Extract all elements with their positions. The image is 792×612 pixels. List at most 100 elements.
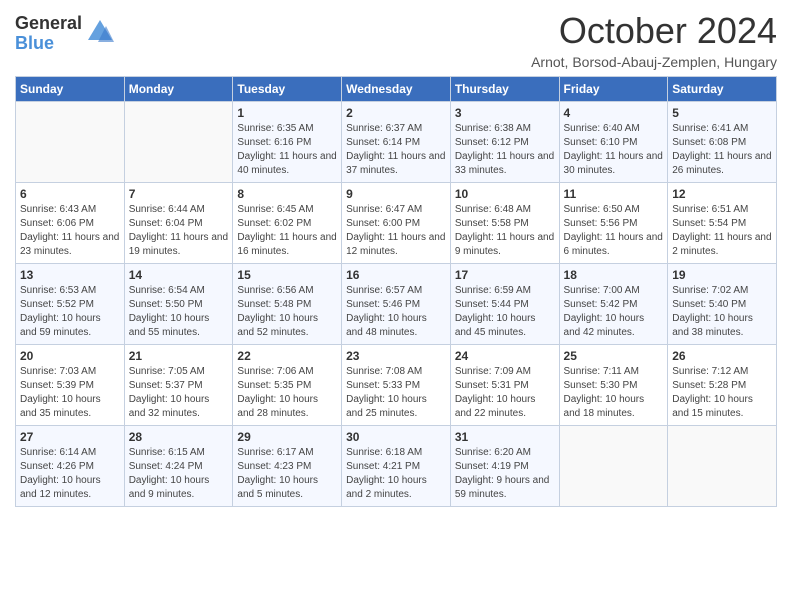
day-number: 7: [129, 187, 229, 201]
day-number: 24: [455, 349, 555, 363]
calendar-cell: 5 Sunrise: 6:41 AM Sunset: 6:08 PM Daylig…: [668, 102, 777, 183]
day-info: Sunrise: 6:48 AM Sunset: 5:58 PM Dayligh…: [455, 203, 555, 259]
calendar-cell: 24 Sunrise: 7:09 AM Sunset: 5:31 PM Dayli…: [450, 345, 559, 426]
calendar-cell: 31 Sunrise: 6:20 AM Sunset: 4:19 PM Dayli…: [450, 426, 559, 507]
calendar-cell: 2 Sunrise: 6:37 AM Sunset: 6:14 PM Daylig…: [342, 102, 451, 183]
day-number: 31: [455, 430, 555, 444]
day-info: Sunrise: 6:37 AM Sunset: 6:14 PM Dayligh…: [346, 122, 446, 178]
day-number: 27: [20, 430, 120, 444]
logo-blue-text: Blue: [15, 34, 82, 54]
day-info: Sunrise: 6:14 AM Sunset: 4:26 PM Dayligh…: [20, 446, 120, 502]
day-info: Sunrise: 6:41 AM Sunset: 6:08 PM Dayligh…: [672, 122, 772, 178]
day-number: 26: [672, 349, 772, 363]
day-info: Sunrise: 6:18 AM Sunset: 4:21 PM Dayligh…: [346, 446, 446, 502]
month-title: October 2024: [531, 10, 777, 52]
day-info: Sunrise: 6:50 AM Sunset: 5:56 PM Dayligh…: [564, 203, 664, 259]
day-info: Sunrise: 7:00 AM Sunset: 5:42 PM Dayligh…: [564, 284, 664, 340]
calendar-cell: 27 Sunrise: 6:14 AM Sunset: 4:26 PM Dayli…: [16, 426, 125, 507]
calendar-cell: 22 Sunrise: 7:06 AM Sunset: 5:35 PM Dayli…: [233, 345, 342, 426]
calendar-cell: 21Sunrise: 7:05 AM Sunset: 5:37 PM Dayli…: [124, 345, 233, 426]
calendar-cell: 18 Sunrise: 7:00 AM Sunset: 5:42 PM Dayli…: [559, 264, 668, 345]
day-info: Sunrise: 6:35 AM Sunset: 6:16 PM Dayligh…: [237, 122, 337, 178]
day-number: 1: [237, 106, 337, 120]
day-info: Sunrise: 7:06 AM Sunset: 5:35 PM Dayligh…: [237, 365, 337, 421]
calendar-header: SundayMondayTuesdayWednesdayThursdayFrid…: [16, 77, 777, 102]
day-number: 14: [129, 268, 229, 282]
day-info: Sunrise: 7:08 AM Sunset: 5:33 PM Dayligh…: [346, 365, 446, 421]
calendar-body: 1 Sunrise: 6:35 AM Sunset: 6:16 PM Daylig…: [16, 102, 777, 507]
column-header-tuesday: Tuesday: [233, 77, 342, 102]
calendar-cell: [16, 102, 125, 183]
calendar-cell: 17 Sunrise: 6:59 AM Sunset: 5:44 PM Dayli…: [450, 264, 559, 345]
day-number: 30: [346, 430, 446, 444]
day-info: Sunrise: 6:45 AM Sunset: 6:02 PM Dayligh…: [237, 203, 337, 259]
day-info: Sunrise: 6:15 AM Sunset: 4:24 PM Dayligh…: [129, 446, 229, 502]
week-row-1: 1 Sunrise: 6:35 AM Sunset: 6:16 PM Daylig…: [16, 102, 777, 183]
column-header-saturday: Saturday: [668, 77, 777, 102]
calendar-cell: 4 Sunrise: 6:40 AM Sunset: 6:10 PM Daylig…: [559, 102, 668, 183]
day-number: 20: [20, 349, 120, 363]
week-row-5: 27 Sunrise: 6:14 AM Sunset: 4:26 PM Dayli…: [16, 426, 777, 507]
calendar-cell: 28Sunrise: 6:15 AM Sunset: 4:24 PM Dayli…: [124, 426, 233, 507]
calendar-cell: 11 Sunrise: 6:50 AM Sunset: 5:56 PM Dayli…: [559, 183, 668, 264]
calendar-cell: 19 Sunrise: 7:02 AM Sunset: 5:40 PM Dayli…: [668, 264, 777, 345]
calendar-table: SundayMondayTuesdayWednesdayThursdayFrid…: [15, 76, 777, 507]
day-number: 13: [20, 268, 120, 282]
day-info: Sunrise: 7:12 AM Sunset: 5:28 PM Dayligh…: [672, 365, 772, 421]
day-number: 22: [237, 349, 337, 363]
day-info: Sunrise: 7:11 AM Sunset: 5:30 PM Dayligh…: [564, 365, 664, 421]
day-info: Sunrise: 6:57 AM Sunset: 5:46 PM Dayligh…: [346, 284, 446, 340]
calendar-cell: 6Sunrise: 6:43 AM Sunset: 6:06 PM Daylig…: [16, 183, 125, 264]
page-header: General Blue October 2024 Arnot, Borsod-…: [15, 10, 777, 70]
calendar-cell: 12Sunrise: 6:51 AM Sunset: 5:54 PM Dayli…: [668, 183, 777, 264]
day-info: Sunrise: 6:20 AM Sunset: 4:19 PM Dayligh…: [455, 446, 555, 502]
header-row: SundayMondayTuesdayWednesdayThursdayFrid…: [16, 77, 777, 102]
calendar-cell: 26 Sunrise: 7:12 AM Sunset: 5:28 PM Dayli…: [668, 345, 777, 426]
day-number: 2: [346, 106, 446, 120]
day-number: 12: [672, 187, 772, 201]
day-number: 18: [564, 268, 664, 282]
calendar-cell: 29 Sunrise: 6:17 AM Sunset: 4:23 PM Dayli…: [233, 426, 342, 507]
week-row-2: 6Sunrise: 6:43 AM Sunset: 6:06 PM Daylig…: [16, 183, 777, 264]
day-info: Sunrise: 6:59 AM Sunset: 5:44 PM Dayligh…: [455, 284, 555, 340]
day-info: Sunrise: 6:47 AM Sunset: 6:00 PM Dayligh…: [346, 203, 446, 259]
calendar-cell: 15Sunrise: 6:56 AM Sunset: 5:48 PM Dayli…: [233, 264, 342, 345]
day-number: 3: [455, 106, 555, 120]
day-number: 15: [237, 268, 337, 282]
day-info: Sunrise: 6:17 AM Sunset: 4:23 PM Dayligh…: [237, 446, 337, 502]
calendar-cell: [559, 426, 668, 507]
calendar-cell: 30 Sunrise: 6:18 AM Sunset: 4:21 PM Dayli…: [342, 426, 451, 507]
logo-general-text: General: [15, 14, 82, 34]
calendar-cell: 25 Sunrise: 7:11 AM Sunset: 5:30 PM Dayli…: [559, 345, 668, 426]
day-info: Sunrise: 6:44 AM Sunset: 6:04 PM Dayligh…: [129, 203, 229, 259]
day-info: Sunrise: 6:40 AM Sunset: 6:10 PM Dayligh…: [564, 122, 664, 178]
day-info: Sunrise: 7:09 AM Sunset: 5:31 PM Dayligh…: [455, 365, 555, 421]
calendar-cell: 9Sunrise: 6:47 AM Sunset: 6:00 PM Daylig…: [342, 183, 451, 264]
column-header-monday: Monday: [124, 77, 233, 102]
day-number: 5: [672, 106, 772, 120]
calendar-cell: [668, 426, 777, 507]
day-number: 23: [346, 349, 446, 363]
day-number: 11: [564, 187, 664, 201]
day-info: Sunrise: 6:38 AM Sunset: 6:12 PM Dayligh…: [455, 122, 555, 178]
day-number: 17: [455, 268, 555, 282]
day-info: Sunrise: 6:43 AM Sunset: 6:06 PM Dayligh…: [20, 203, 120, 259]
day-info: Sunrise: 7:02 AM Sunset: 5:40 PM Dayligh…: [672, 284, 772, 340]
logo: General Blue: [15, 14, 114, 54]
calendar-cell: 1 Sunrise: 6:35 AM Sunset: 6:16 PM Daylig…: [233, 102, 342, 183]
week-row-3: 13 Sunrise: 6:53 AM Sunset: 5:52 PM Dayli…: [16, 264, 777, 345]
column-header-sunday: Sunday: [16, 77, 125, 102]
day-number: 19: [672, 268, 772, 282]
calendar-cell: 23 Sunrise: 7:08 AM Sunset: 5:33 PM Dayli…: [342, 345, 451, 426]
day-number: 25: [564, 349, 664, 363]
day-number: 4: [564, 106, 664, 120]
day-number: 21: [129, 349, 229, 363]
day-number: 10: [455, 187, 555, 201]
day-number: 29: [237, 430, 337, 444]
calendar-cell: 16Sunrise: 6:57 AM Sunset: 5:46 PM Dayli…: [342, 264, 451, 345]
calendar-cell: 14Sunrise: 6:54 AM Sunset: 5:50 PM Dayli…: [124, 264, 233, 345]
calendar-cell: 10 Sunrise: 6:48 AM Sunset: 5:58 PM Dayli…: [450, 183, 559, 264]
title-block: October 2024 Arnot, Borsod-Abauj-Zemplen…: [531, 10, 777, 70]
day-info: Sunrise: 6:53 AM Sunset: 5:52 PM Dayligh…: [20, 284, 120, 340]
day-info: Sunrise: 7:03 AM Sunset: 5:39 PM Dayligh…: [20, 365, 120, 421]
